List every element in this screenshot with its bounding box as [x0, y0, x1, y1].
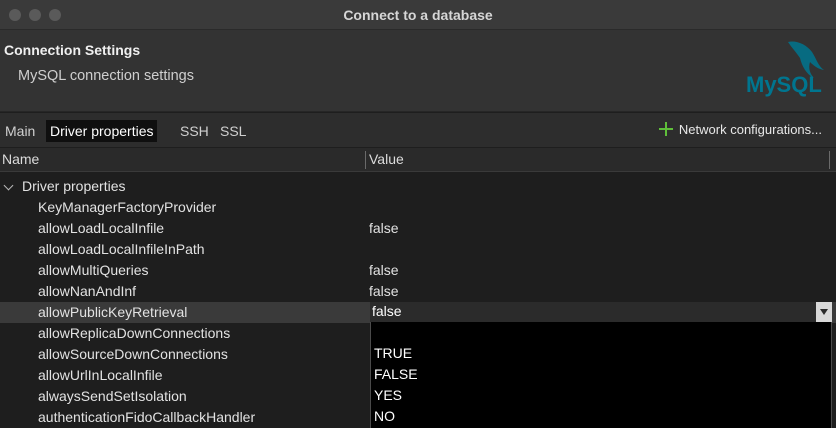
chevron-down-icon: [820, 309, 828, 315]
property-name: allowPublicKeyRetrieval: [38, 304, 188, 320]
property-name: allowMultiQueries: [38, 262, 149, 278]
property-name: authenticationFidoCallbackHandler: [38, 409, 256, 425]
property-name: allowLoadLocalInfile: [38, 220, 165, 236]
tab-main[interactable]: Main: [1, 120, 39, 142]
value-dropdown-list: TRUE FALSE YES NO: [370, 322, 832, 428]
table-row[interactable]: KeyManagerFactoryProvider: [0, 197, 836, 218]
dropdown-option-no[interactable]: NO: [374, 408, 395, 424]
property-name: allowNanAndInf: [38, 283, 137, 299]
header-subtitle: MySQL connection settings: [18, 68, 194, 84]
property-name: allowReplicaDownConnections: [38, 325, 231, 341]
tab-ssl[interactable]: SSL: [216, 120, 250, 142]
group-label: Driver properties: [22, 178, 126, 194]
plus-icon: [658, 122, 673, 136]
tab-driver-properties[interactable]: Driver properties: [46, 120, 158, 142]
table-row[interactable]: allowMultiQueries false: [0, 260, 836, 281]
column-name-header[interactable]: Name: [2, 151, 39, 167]
property-name: allowLoadLocalInfileInPath: [38, 241, 205, 257]
value-combobox[interactable]: false: [370, 302, 832, 322]
title-bar: Connect to a database: [0, 0, 836, 30]
properties-tree: Driver properties KeyManagerFactoryProvi…: [0, 176, 836, 428]
dropdown-option-false[interactable]: FALSE: [374, 366, 418, 382]
window-title: Connect to a database: [343, 7, 493, 23]
property-name: alwaysSendSetIsolation: [38, 388, 187, 404]
column-resize-handle[interactable]: [365, 151, 366, 169]
tab-ssh[interactable]: SSH: [176, 120, 213, 142]
table-row[interactable]: allowNanAndInf false: [0, 281, 836, 302]
property-value: false: [369, 262, 399, 278]
tree-group-driver-properties[interactable]: Driver properties: [0, 176, 836, 197]
property-name: allowUrlInLocalInfile: [38, 367, 163, 383]
tab-bar: Main Driver properties SSH SSL Network c…: [0, 113, 836, 147]
property-name: allowSourceDownConnections: [38, 346, 228, 362]
mysql-logo-icon: MySQL: [746, 41, 824, 97]
dropdown-option-yes[interactable]: YES: [374, 387, 402, 403]
combobox-value: false: [372, 303, 402, 319]
property-value: false: [369, 283, 399, 299]
settings-header: Connection Settings MySQL connection set…: [0, 30, 836, 112]
column-header: Name Value: [0, 148, 836, 172]
network-configurations-label: Network configurations...: [678, 122, 822, 137]
property-value: false: [369, 220, 399, 236]
combobox-dropdown-button[interactable]: [816, 302, 832, 322]
dropdown-option-true[interactable]: TRUE: [374, 345, 412, 361]
table-row[interactable]: allowLoadLocalInfileInPath: [0, 239, 836, 260]
connect-dialog: Connect to a database Connection Setting…: [0, 0, 836, 428]
column-end-divider: [829, 151, 830, 169]
header-title: Connection Settings: [4, 42, 141, 58]
column-value-header[interactable]: Value: [369, 151, 404, 167]
table-row[interactable]: allowLoadLocalInfile false: [0, 218, 836, 239]
property-name: KeyManagerFactoryProvider: [38, 199, 217, 215]
mysql-logo-text: MySQL: [746, 72, 822, 97]
network-configurations-button[interactable]: Network configurations...: [658, 119, 822, 141]
chevron-down-icon[interactable]: [3, 180, 14, 191]
